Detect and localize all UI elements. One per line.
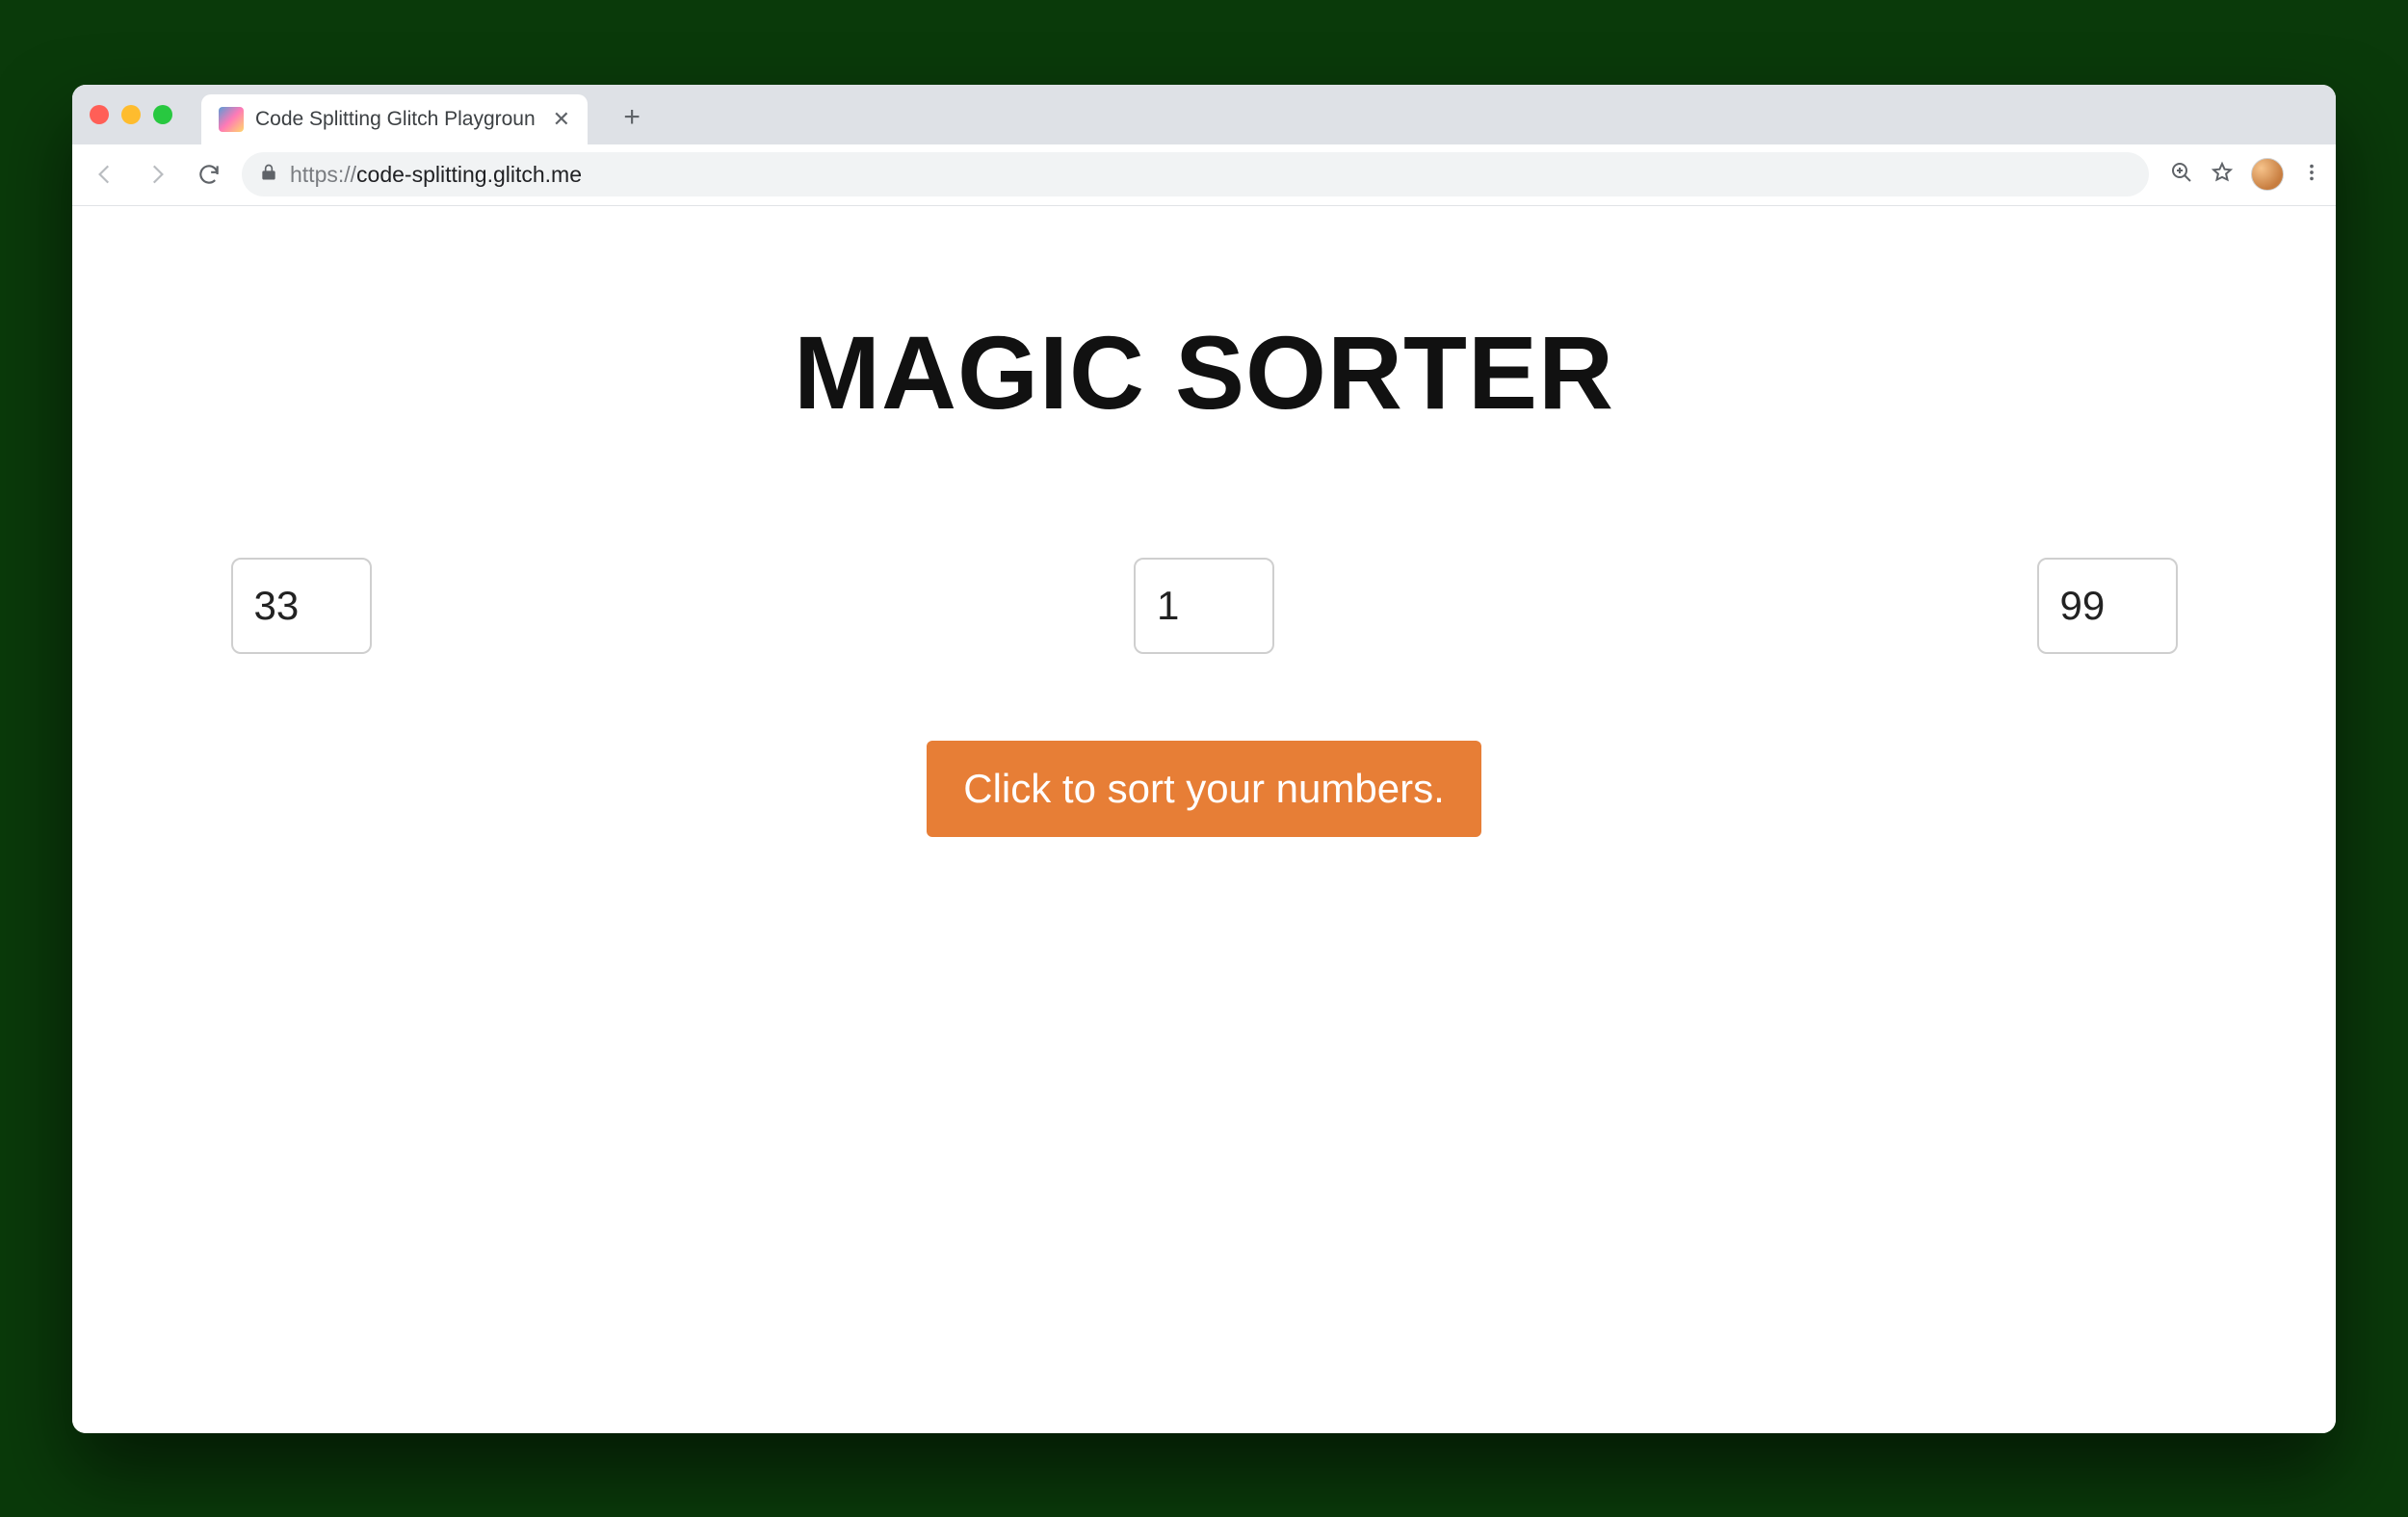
browser-tab[interactable]: Code Splitting Glitch Playgroun ✕: [201, 94, 588, 144]
tab-close-icon[interactable]: ✕: [553, 107, 570, 132]
url-scheme: https://: [290, 162, 356, 187]
url-host: code-splitting.glitch.me: [356, 162, 582, 187]
page-content: MAGIC SORTER Click to sort your numbers.: [72, 206, 2336, 1433]
toolbar-right: [2170, 158, 2322, 191]
zoom-icon[interactable]: [2170, 161, 2193, 189]
tab-favicon-icon: [219, 107, 244, 132]
minimize-window-button[interactable]: [121, 105, 141, 124]
window-controls: [90, 105, 172, 124]
close-window-button[interactable]: [90, 105, 109, 124]
forward-button[interactable]: [138, 155, 176, 194]
tab-title: Code Splitting Glitch Playgroun: [255, 108, 536, 131]
number-inputs-row: [231, 558, 2178, 654]
reload-button[interactable]: [190, 155, 228, 194]
kebab-menu-icon[interactable]: [2301, 162, 2322, 188]
browser-window: Code Splitting Glitch Playgroun ✕ + http…: [72, 85, 2336, 1433]
arrow-left-icon: [92, 162, 118, 187]
url-text: https://code-splitting.glitch.me: [290, 162, 582, 188]
lock-icon: [259, 162, 278, 188]
profile-avatar[interactable]: [2251, 158, 2284, 191]
reload-icon: [196, 162, 222, 187]
number-input-2[interactable]: [1134, 558, 1274, 654]
fullscreen-window-button[interactable]: [153, 105, 172, 124]
page-title: MAGIC SORTER: [794, 312, 1614, 432]
back-button[interactable]: [86, 155, 124, 194]
bookmark-star-icon[interactable]: [2211, 161, 2234, 189]
number-input-1[interactable]: [231, 558, 372, 654]
new-tab-button[interactable]: +: [613, 98, 651, 137]
address-bar[interactable]: https://code-splitting.glitch.me: [242, 152, 2149, 196]
browser-toolbar: https://code-splitting.glitch.me: [72, 144, 2336, 206]
sort-button[interactable]: Click to sort your numbers.: [927, 741, 1481, 837]
number-input-3[interactable]: [2037, 558, 2178, 654]
arrow-right-icon: [144, 162, 170, 187]
tab-strip: Code Splitting Glitch Playgroun ✕ +: [72, 85, 2336, 144]
